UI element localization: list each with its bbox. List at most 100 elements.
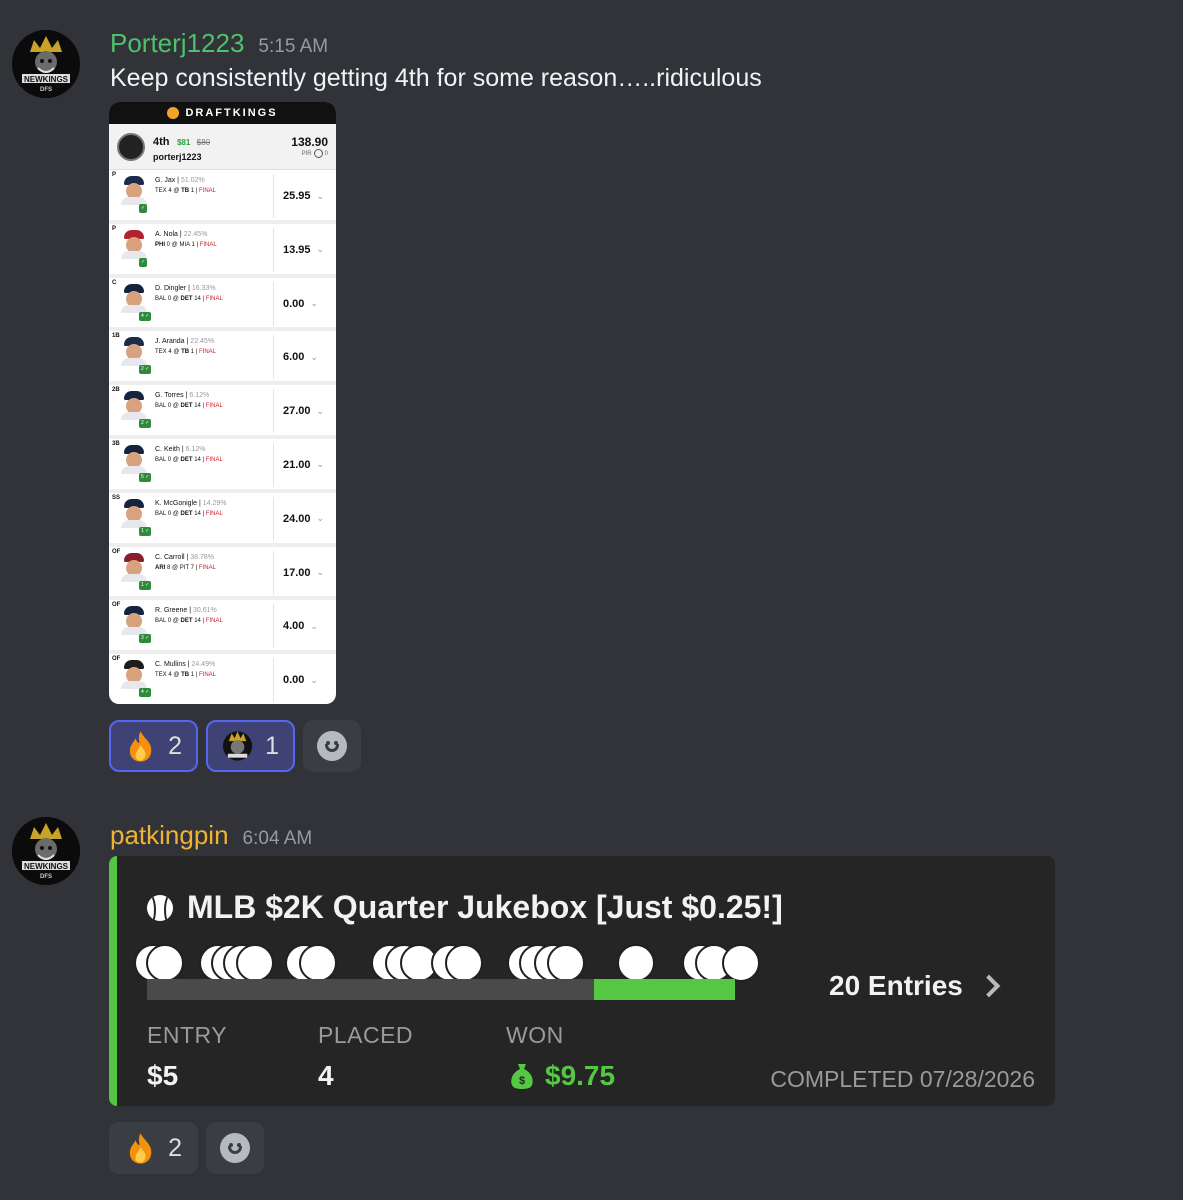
entries-link[interactable]: 20 Entries [829,970,1001,1002]
user-avatar[interactable]: NEWKINGS DFS [12,30,80,98]
player-points: 21.00 [283,458,311,471]
table-row[interactable]: OF 4 ✓ C. Mullins | 24.49% TEX 4 @ TB 1 | F… [109,654,336,704]
dk-header: DRAFTKINGS [109,102,336,124]
player-name: G. Jax [155,177,176,184]
table-row[interactable]: 2B 2 ✓ G. Torres | 6.12% BAL 0 @ DET 14 | F… [109,385,336,439]
game-pre: TEX 4 @ [155,672,182,679]
game-pre: BAL 0 @ [155,295,181,302]
table-row[interactable]: P ✓ A. Nola | 22.45% PHI 0 @ MIA 1 | FINAL 1… [109,224,336,278]
add-reaction-button[interactable] [303,720,361,772]
chevron-down-icon: ⌄ [310,674,318,685]
player-name: K. McGonigle [155,499,198,507]
player-position: OF [112,602,121,609]
game-post: 1 | [189,672,200,679]
player-ownership: 14.29% [202,499,227,507]
timestamp: 6:04 AM [242,828,313,849]
entry-value: $5 [147,1060,179,1091]
player-photo [121,444,147,475]
table-row[interactable]: OF 1 ✓ C. Carroll | 38.78% ARI 8 @ PIT 7 | … [109,547,336,601]
newkings-logo-icon: NEWKINGS DFS [12,30,80,98]
chevron-down-icon: ⌄ [316,513,325,524]
table-row[interactable]: 3B 5 ✓ C. Keith | 6.12% BAL 0 @ DET 14 | FI… [109,439,336,493]
dk-total-points: 138.90 [291,135,328,149]
chevron-down-icon: ⌄ [316,244,325,255]
reaction-bar: 2 1 [109,720,361,772]
player-photo [121,176,147,206]
game-status: FINAL [205,456,223,463]
svg-text:NEWKINGS: NEWKINGS [24,75,69,84]
player-name: D. Dingler [155,284,187,292]
game-status: FINAL [199,672,217,679]
completed-date: COMPLETED 07/28/2026 [770,1066,1035,1092]
dk-brand: DRAFTKINGS [185,107,278,119]
add-reaction-icon [220,1133,250,1163]
user-avatar[interactable]: NEWKINGS DFS [12,817,80,885]
table-row[interactable]: SS 1 ✓ K. McGonigle | 14.29% BAL 0 @ DET 14… [109,493,336,547]
player-photo [121,498,147,529]
reaction-fire[interactable]: 2 [109,1122,198,1174]
image-attachment[interactable]: DRAFTKINGS 4th $81 $80 porterj1223 138.9… [109,102,336,704]
entry-label: ENTRY [147,1022,228,1048]
chevron-down-icon: ⌄ [316,459,325,470]
player-ownership: 51.02% [180,177,205,184]
game-post: 1 | [189,349,200,356]
reaction-count: 2 [168,1133,182,1162]
draftkings-logo-icon [167,107,180,119]
reaction-newkings[interactable]: 1 [206,720,295,772]
timestamp: 5:15 AM [258,36,329,57]
game-post: 0 @ MIA 1 | [165,241,200,248]
player-ownership: 22.45% [190,338,215,346]
dk-entry-summary: 4th $81 $80 porterj1223 138.90 PIR 0 [109,124,336,170]
table-row[interactable]: P ✓ G. Jax | 51.02% TEX 4 @ TB 1 | FINAL 25.… [109,170,336,224]
game-team: DET [180,456,193,463]
reaction-fire[interactable]: 2 [109,720,198,772]
won-amount: $9.75 [545,1060,616,1091]
game-team: PHI [155,241,166,248]
newkings-emoji-icon [222,731,253,761]
username[interactable]: patkingpin [110,820,229,851]
player-photo [121,337,147,367]
player-ownership: 30.61% [193,607,217,615]
table-row[interactable]: OF 3 ✓ R. Greene | 30.61% BAL 0 @ DET 14 | … [109,600,336,655]
game-pre: TEX 4 @ [155,188,182,194]
player-points: 0.00 [283,674,305,687]
game-post: 14 | [192,403,206,410]
chevron-down-icon: ⌄ [316,567,325,578]
player-name: C. Carroll [155,553,185,561]
player-status-badge: 2 ✓ [139,365,152,375]
message-text: Keep consistently getting 4th for some r… [110,64,762,92]
player-photo [121,660,147,690]
add-reaction-icon [317,731,347,761]
player-status-badge: ✓ [139,257,148,267]
reaction-bar: 2 [109,1122,264,1174]
avatar [117,132,145,161]
won-value: $ $9.75 [509,1060,615,1092]
entry-avatar [146,944,184,982]
player-status-badge: 2 ✓ [139,419,152,429]
player-position: 3B [112,440,120,447]
player-points: 13.95 [283,243,311,256]
pir-ring-icon [313,149,323,158]
game-post: 1 | [189,188,200,194]
add-reaction-button[interactable] [206,1122,264,1174]
dk-rank: 4th [153,135,170,148]
table-row[interactable]: 1B 2 ✓ J. Aranda | 22.45% TEX 4 @ TB 1 | FI… [109,331,336,386]
player-ownership: 22.45% [183,230,208,238]
game-team: ARI [155,564,166,571]
table-row[interactable]: C4 ✓ D. Dingler | 16.33% BAL 0 @ DET 14 | … [109,278,336,332]
entry-avatar [547,944,585,982]
player-status-badge: 4 ✓ [139,688,152,698]
svg-text:$: $ [519,1075,525,1087]
player-position: OF [112,548,121,555]
username[interactable]: Porterj1223 [110,28,244,59]
dk-username: porterj1223 [153,151,202,162]
svg-text:DFS: DFS [40,874,52,880]
player-position: 1B [112,333,120,340]
player-ownership: 6.12% [189,392,210,400]
player-ownership: 24.49% [191,661,216,669]
contest-embed[interactable]: MLB $2K Quarter Jukebox [Just $0.25!] 20… [109,856,1055,1106]
game-status: FINAL [205,618,223,625]
progress-track [147,979,735,1000]
progress-fill [593,979,735,1000]
player-ownership: 16.33% [191,284,216,292]
